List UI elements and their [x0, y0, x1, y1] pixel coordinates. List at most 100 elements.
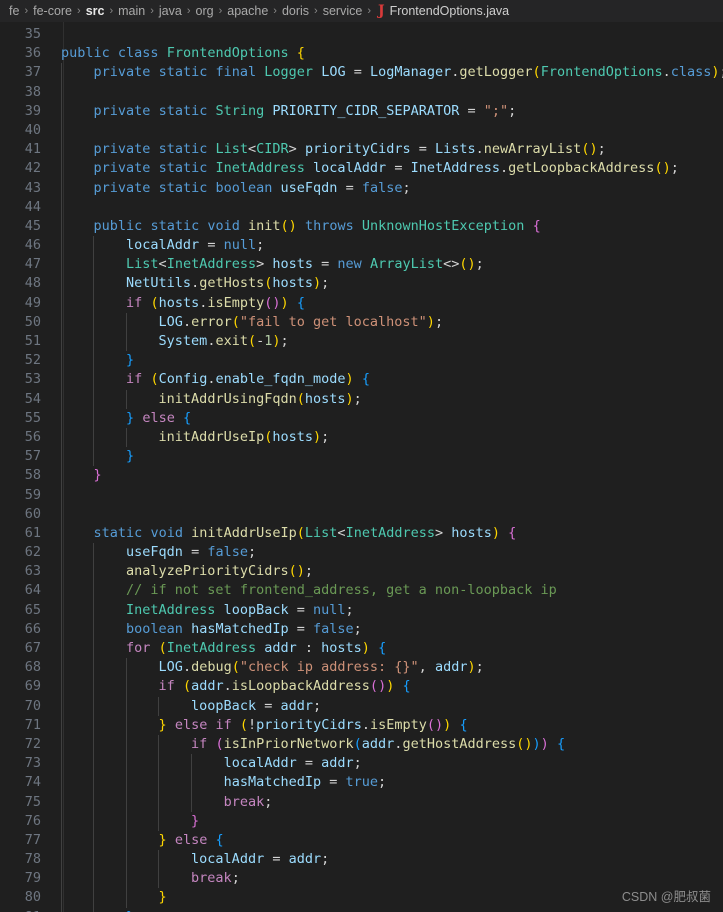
line-content[interactable]: loopBack = addr; [52, 696, 723, 716]
code-line[interactable]: 68 LOG.debug("check ip address: {}", add… [0, 658, 723, 678]
line-content[interactable]: if (Config.enable_fqdn_mode) { [52, 370, 723, 390]
code-line[interactable]: 63 analyzePriorityCidrs(); [0, 562, 723, 582]
line-content[interactable]: NetUtils.getHosts(hosts); [52, 274, 723, 294]
line-content[interactable] [52, 197, 723, 217]
code-line[interactable]: 58 } [0, 466, 723, 486]
line-content[interactable]: localAddr = addr; [52, 850, 723, 870]
code-line[interactable]: 55 } else { [0, 408, 723, 428]
code-line[interactable]: 57 } [0, 447, 723, 467]
code-line[interactable]: 42 private static InetAddress localAddr … [0, 159, 723, 179]
code-line[interactable]: 78 localAddr = addr; [0, 850, 723, 870]
code-line[interactable]: 44 [0, 197, 723, 217]
code-line[interactable]: 77 } else { [0, 830, 723, 851]
breadcrumb-item-main[interactable]: main [118, 4, 145, 18]
breadcrumb-item-service[interactable]: service [323, 4, 363, 18]
line-content[interactable]: private static InetAddress localAddr = I… [52, 159, 723, 179]
line-content[interactable] [52, 25, 723, 44]
line-content[interactable]: private static String PRIORITY_CIDR_SEPA… [52, 101, 723, 121]
breadcrumb-item-src[interactable]: src [86, 4, 105, 18]
code-line[interactable]: 81 } [0, 907, 723, 912]
code-line[interactable]: 35 [0, 25, 723, 44]
line-content[interactable]: } else { [52, 408, 723, 428]
line-content[interactable]: LOG.debug("check ip address: {}", addr); [52, 658, 723, 678]
code-line[interactable]: 80 } [0, 888, 723, 908]
breadcrumb-item-org[interactable]: org [196, 4, 214, 18]
line-content[interactable]: if (addr.isLoopbackAddress()) { [52, 677, 723, 697]
code-line[interactable]: 41 private static List<CIDR> priorityCid… [0, 140, 723, 160]
line-content[interactable]: boolean hasMatchedIp = false; [52, 619, 723, 639]
code-line[interactable]: 52 } [0, 351, 723, 371]
code-line[interactable]: 46 localAddr = null; [0, 236, 723, 256]
code-line[interactable]: 53 if (Config.enable_fqdn_mode) { [0, 370, 723, 390]
code-line[interactable]: 38 [0, 82, 723, 102]
code-line[interactable]: 40 [0, 120, 723, 141]
line-content[interactable] [52, 485, 723, 505]
line-content[interactable]: } [52, 466, 723, 486]
line-content[interactable]: } [52, 907, 723, 912]
code-line[interactable]: 69 if (addr.isLoopbackAddress()) { [0, 677, 723, 697]
code-line[interactable]: 74 hasMatchedIp = true; [0, 773, 723, 793]
line-content[interactable]: if (hosts.isEmpty()) { [52, 293, 723, 313]
line-content[interactable]: if (isInPriorNetwork(addr.getHostAddress… [52, 734, 723, 755]
code-line[interactable]: 72 if (isInPriorNetwork(addr.getHostAddr… [0, 734, 723, 755]
code-line[interactable]: 50 LOG.error("fail to get localhost"); [0, 312, 723, 332]
breadcrumb-item-java[interactable]: java [159, 4, 182, 18]
code-line[interactable]: 76 } [0, 811, 723, 831]
line-content[interactable] [52, 120, 723, 141]
breadcrumb[interactable]: fe › fe-core › src › main › java › org › apache › dori… [0, 0, 723, 22]
line-content[interactable]: } [52, 811, 723, 831]
code-line[interactable]: 65 InetAddress loopBack = null; [0, 600, 723, 620]
line-content[interactable] [52, 504, 723, 524]
code-line[interactable]: 75 break; [0, 792, 723, 812]
line-content[interactable]: } [52, 351, 723, 371]
code-lines[interactable]: 35 36 public class FrontendOptions {37 pri… [0, 22, 723, 912]
line-content[interactable]: static void initAddrUseIp(List<InetAddre… [52, 523, 723, 544]
code-line[interactable]: 49 if (hosts.isEmpty()) { [0, 293, 723, 313]
line-content[interactable]: public static void init() throws Unknown… [52, 216, 723, 237]
line-content[interactable] [52, 82, 723, 102]
code-line[interactable]: 37 private static final Logger LOG = Log… [0, 63, 723, 83]
breadcrumb-item-fe[interactable]: fe [9, 4, 19, 18]
line-content[interactable]: localAddr = null; [52, 236, 723, 256]
code-line[interactable]: 66 boolean hasMatchedIp = false; [0, 619, 723, 639]
line-content[interactable]: initAddrUsingFqdn(hosts); [52, 389, 723, 409]
line-content[interactable]: // if not set frontend_address, get a no… [52, 581, 723, 601]
line-content[interactable]: hasMatchedIp = true; [52, 773, 723, 793]
line-content[interactable]: localAddr = addr; [52, 754, 723, 774]
code-line[interactable]: 39 private static String PRIORITY_CIDR_S… [0, 101, 723, 121]
code-line[interactable]: 56 initAddrUseIp(hosts); [0, 427, 723, 448]
line-content[interactable]: InetAddress loopBack = null; [52, 600, 723, 620]
line-content[interactable]: for (InetAddress addr : hosts) { [52, 639, 723, 659]
code-line[interactable]: 51 System.exit(-1); [0, 332, 723, 352]
line-content[interactable]: analyzePriorityCidrs(); [52, 562, 723, 582]
line-content[interactable]: private static List<CIDR> priorityCidrs … [52, 140, 723, 160]
code-line[interactable]: 73 localAddr = addr; [0, 754, 723, 774]
code-line[interactable]: 61 static void initAddrUseIp(List<InetAd… [0, 523, 723, 544]
line-content[interactable]: } else if (!priorityCidrs.isEmpty()) { [52, 715, 723, 735]
code-line[interactable]: 45 public static void init() throws Unkn… [0, 216, 723, 237]
code-line[interactable]: 43 private static boolean useFqdn = fals… [0, 178, 723, 198]
line-content[interactable]: useFqdn = false; [52, 543, 723, 563]
code-line[interactable]: 48 NetUtils.getHosts(hosts); [0, 274, 723, 294]
code-line[interactable]: 62 useFqdn = false; [0, 543, 723, 563]
code-line[interactable]: 54 initAddrUsingFqdn(hosts); [0, 389, 723, 409]
line-content[interactable]: private static final Logger LOG = LogMan… [52, 63, 723, 83]
code-line[interactable]: 59 [0, 485, 723, 505]
line-content[interactable]: break; [52, 792, 723, 812]
line-content[interactable]: LOG.error("fail to get localhost"); [52, 312, 723, 332]
breadcrumb-file-name[interactable]: FrontendOptions.java [390, 4, 510, 18]
code-editor[interactable]: 35 36 public class FrontendOptions {37 pri… [0, 22, 723, 912]
line-content[interactable]: } else { [52, 830, 723, 851]
code-line[interactable]: 70 loopBack = addr; [0, 696, 723, 716]
code-line[interactable]: 36 public class FrontendOptions { [0, 44, 723, 63]
line-content[interactable]: private static boolean useFqdn = false; [52, 178, 723, 198]
line-content[interactable]: } [52, 447, 723, 467]
code-line[interactable]: 47 List<InetAddress> hosts = new ArrayLi… [0, 255, 723, 275]
breadcrumb-item-apache[interactable]: apache [227, 4, 268, 18]
line-content[interactable]: System.exit(-1); [52, 332, 723, 352]
line-content[interactable]: public class FrontendOptions { [52, 44, 723, 63]
code-line[interactable]: 64 // if not set frontend_address, get a… [0, 581, 723, 601]
code-line[interactable]: 71 } else if (!priorityCidrs.isEmpty()) … [0, 715, 723, 735]
code-line[interactable]: 60 [0, 504, 723, 524]
breadcrumb-item-doris[interactable]: doris [282, 4, 309, 18]
